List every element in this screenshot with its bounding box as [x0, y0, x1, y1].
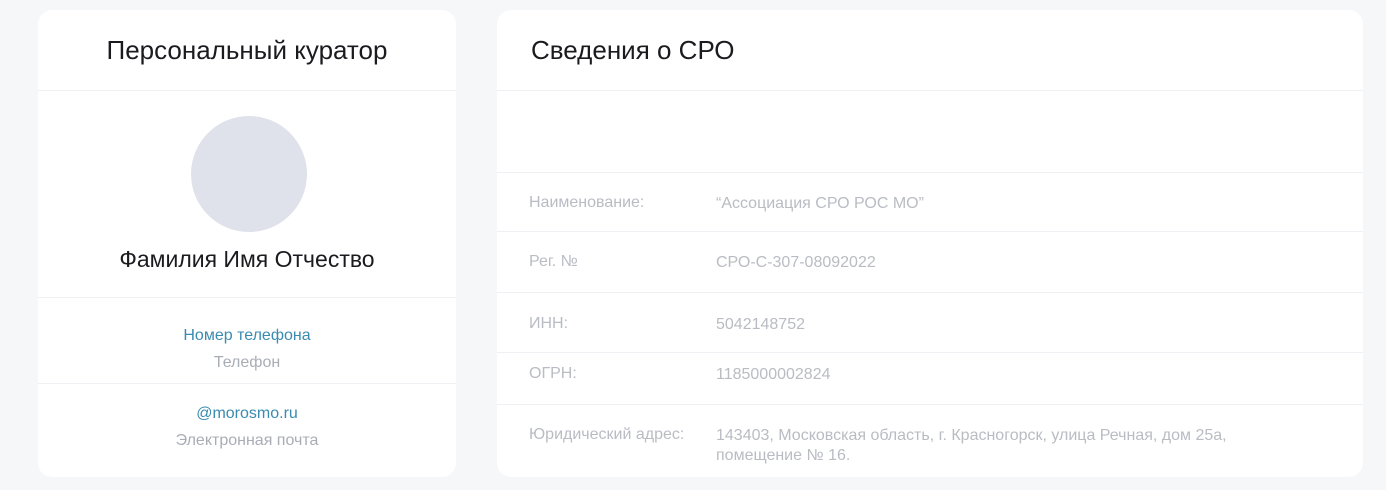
phone-block: Номер телефона Телефон	[38, 298, 456, 384]
row-label: Рег. №	[529, 253, 578, 270]
row-label: Наименование:	[529, 194, 645, 211]
row-label: ОГРН:	[529, 365, 577, 382]
sro-row-reg: Рег. № СРО-С-307-08092022	[497, 232, 1363, 293]
row-value: 143403, Московская область, г. Красногор…	[716, 427, 1227, 464]
row-value: СРО-С-307-08092022	[716, 254, 876, 271]
sro-row-inn: ИНН: 5042148752	[497, 293, 1363, 353]
row-label: ИНН:	[529, 315, 569, 332]
sro-row-ogrn: ОГРН: 1185000002824	[497, 353, 1363, 405]
curator-name: Фамилия Имя Отчество	[119, 246, 375, 272]
sro-title: Сведения о СРО	[497, 10, 1363, 91]
phone-link[interactable]: Номер телефона	[38, 327, 456, 345]
row-value: 1185000002824	[716, 366, 831, 383]
sro-row-name: Наименование: “Ассоциация СРО РОС МО”	[497, 173, 1363, 232]
phone-label: Телефон	[213, 354, 281, 371]
email-block: @morosmo.ru Электронная почта	[38, 384, 456, 477]
row-label: Юридический адрес:	[529, 426, 685, 443]
curator-card: Персональный куратор Фамилия Имя Отчеств…	[38, 10, 456, 477]
email-label: Электронная почта	[175, 432, 319, 449]
email-link[interactable]: @morosmo.ru	[38, 405, 456, 423]
sro-row-address: Юридический адрес: 143403, Московская об…	[497, 405, 1363, 477]
avatar	[191, 116, 307, 232]
row-value: 5042148752	[716, 316, 805, 333]
sro-card: Сведения о СРО Наименование: “Ассоциация…	[497, 10, 1363, 477]
curator-title: Персональный куратор	[38, 10, 456, 91]
row-value: “Ассоциация СРО РОС МО”	[716, 195, 924, 212]
sro-spacer	[497, 91, 1363, 173]
curator-profile: Фамилия Имя Отчество	[38, 91, 456, 298]
